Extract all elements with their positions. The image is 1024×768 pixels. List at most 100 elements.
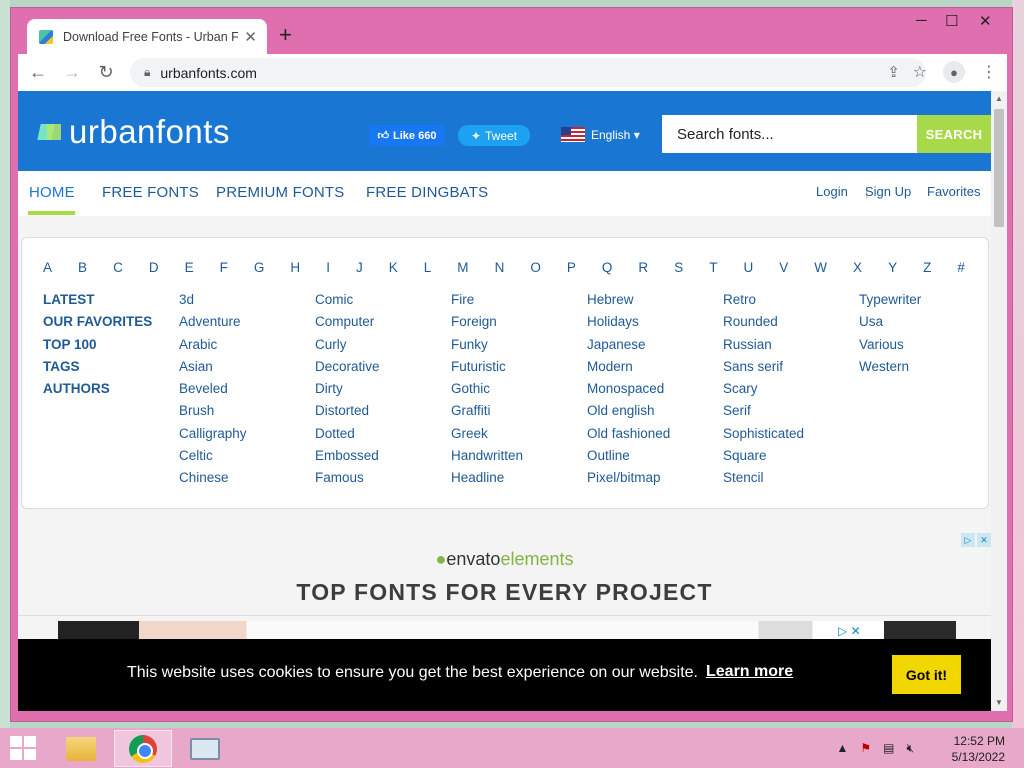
task-manager-button[interactable] bbox=[176, 730, 234, 767]
category-link[interactable]: Dirty bbox=[315, 381, 380, 403]
letter-link[interactable]: M bbox=[457, 260, 468, 275]
scroll-up-icon[interactable]: ▲ bbox=[995, 94, 1003, 103]
letter-link[interactable]: V bbox=[779, 260, 788, 275]
category-link[interactable]: Comic bbox=[315, 292, 380, 314]
letter-link[interactable]: C bbox=[113, 260, 123, 275]
letter-link[interactable]: W bbox=[814, 260, 827, 275]
category-link[interactable]: Famous bbox=[315, 470, 380, 492]
kebab-menu-icon[interactable]: ⋮ bbox=[981, 62, 997, 82]
letter-link[interactable]: K bbox=[389, 260, 398, 275]
category-link[interactable]: Serif bbox=[723, 403, 804, 425]
letter-link[interactable]: X bbox=[853, 260, 862, 275]
category-link[interactable]: Typewriter bbox=[859, 292, 921, 314]
ad-close-icon[interactable]: ✕ bbox=[977, 533, 991, 547]
category-link[interactable]: Curly bbox=[315, 337, 380, 359]
category-link[interactable]: Beveled bbox=[179, 381, 247, 403]
ad-choices-icon[interactable]: ▷ bbox=[961, 533, 975, 547]
tweet-button[interactable]: ✦ Tweet bbox=[458, 125, 530, 146]
category-link[interactable]: Foreign bbox=[451, 314, 523, 336]
category-link[interactable]: Dotted bbox=[315, 426, 380, 448]
letter-link[interactable]: G bbox=[254, 260, 265, 275]
category-link[interactable]: Pixel/bitmap bbox=[587, 470, 670, 492]
site-logo[interactable]: urbanfonts bbox=[39, 113, 230, 151]
letter-link[interactable]: A bbox=[43, 260, 52, 275]
nav-free-fonts[interactable]: FREE FONTS bbox=[102, 184, 199, 201]
system-clock[interactable]: 12:52 PM 5/13/2022 bbox=[952, 733, 1005, 765]
letter-link[interactable]: Z bbox=[923, 260, 931, 275]
search-button[interactable]: SEARCH bbox=[917, 115, 991, 153]
nav-free-dingbats[interactable]: FREE DINGBATS bbox=[366, 184, 488, 201]
category-link[interactable]: 3d bbox=[179, 292, 247, 314]
category-link[interactable]: Fire bbox=[451, 292, 523, 314]
letter-link[interactable]: # bbox=[957, 260, 965, 275]
facebook-like-button[interactable]: 👍︎ Like 660 bbox=[369, 125, 445, 146]
scrollbar-thumb[interactable] bbox=[994, 109, 1004, 227]
category-link[interactable]: Square bbox=[723, 448, 804, 470]
vertical-scrollbar[interactable]: ▲ ▼ bbox=[991, 91, 1007, 711]
category-link[interactable]: Retro bbox=[723, 292, 804, 314]
letter-link[interactable]: U bbox=[743, 260, 753, 275]
forward-arrow-icon[interactable]: → bbox=[58, 62, 86, 83]
signup-link[interactable]: Sign Up bbox=[865, 184, 911, 199]
category-link[interactable]: Various bbox=[859, 337, 921, 359]
browser-tab[interactable]: Download Free Fonts - Urban Fon ✕ bbox=[27, 19, 267, 54]
letter-link[interactable]: L bbox=[424, 260, 432, 275]
windows-start-icon[interactable] bbox=[10, 736, 38, 762]
letter-link[interactable]: D bbox=[149, 260, 159, 275]
address-bar[interactable]: 🔒︎ urbanfonts.com ⇪ bbox=[130, 58, 926, 87]
envato-logo[interactable]: ●envatoelements bbox=[18, 549, 991, 570]
letter-link[interactable]: N bbox=[495, 260, 505, 275]
tray-expand-icon[interactable]: ▲ bbox=[836, 741, 848, 756]
category-link[interactable]: Scary bbox=[723, 381, 804, 403]
category-link[interactable]: Modern bbox=[587, 359, 670, 381]
category-link[interactable]: Decorative bbox=[315, 359, 380, 381]
category-link[interactable]: Distorted bbox=[315, 403, 380, 425]
bookmark-star-icon[interactable]: ☆ bbox=[913, 62, 927, 82]
letter-link[interactable]: F bbox=[220, 260, 228, 275]
letter-link[interactable]: R bbox=[638, 260, 648, 275]
category-link[interactable]: Rounded bbox=[723, 314, 804, 336]
ad-choices[interactable]: ▷ ✕ bbox=[961, 533, 991, 547]
letter-link[interactable]: E bbox=[185, 260, 194, 275]
category-link[interactable]: Headline bbox=[451, 470, 523, 492]
share-icon[interactable]: ⇪ bbox=[887, 63, 914, 81]
minimize-button[interactable]: ─ bbox=[916, 12, 927, 29]
language-selector[interactable]: English ▾ bbox=[561, 127, 640, 142]
category-link[interactable]: Celtic bbox=[179, 448, 247, 470]
scroll-down-icon[interactable]: ▼ bbox=[995, 698, 1003, 707]
quick-link[interactable]: TAGS bbox=[43, 359, 152, 381]
learn-more-link[interactable]: Learn more bbox=[706, 663, 793, 681]
network-icon[interactable]: ▤ bbox=[883, 741, 894, 756]
quick-link[interactable]: AUTHORS bbox=[43, 381, 152, 403]
nav-premium-fonts[interactable]: PREMIUM FONTS bbox=[216, 184, 344, 201]
quick-link[interactable]: TOP 100 bbox=[43, 337, 152, 359]
category-link[interactable]: Holidays bbox=[587, 314, 670, 336]
category-link[interactable]: Japanese bbox=[587, 337, 670, 359]
action-center-flag-icon[interactable]: ⚑ bbox=[860, 741, 871, 756]
close-tab-icon[interactable]: ✕ bbox=[244, 28, 257, 46]
lock-icon[interactable]: 🔒︎ bbox=[144, 65, 150, 80]
category-link[interactable]: Western bbox=[859, 359, 921, 381]
category-link[interactable]: Computer bbox=[315, 314, 380, 336]
category-link[interactable]: Outline bbox=[587, 448, 670, 470]
letter-link[interactable]: T bbox=[709, 260, 717, 275]
back-arrow-icon[interactable]: ← bbox=[24, 62, 52, 83]
category-link[interactable]: Hebrew bbox=[587, 292, 670, 314]
category-link[interactable]: Graffiti bbox=[451, 403, 523, 425]
category-link[interactable]: Monospaced bbox=[587, 381, 670, 403]
category-link[interactable]: Funky bbox=[451, 337, 523, 359]
category-link[interactable]: Stencil bbox=[723, 470, 804, 492]
nav-home[interactable]: HOME bbox=[29, 184, 75, 201]
category-link[interactable]: Gothic bbox=[451, 381, 523, 403]
favorites-link[interactable]: Favorites bbox=[927, 184, 980, 199]
category-link[interactable]: Handwritten bbox=[451, 448, 523, 470]
new-tab-button[interactable]: + bbox=[279, 24, 292, 46]
category-link[interactable]: Old fashioned bbox=[587, 426, 670, 448]
close-window-button[interactable]: ✕ bbox=[979, 12, 992, 30]
search-input[interactable] bbox=[662, 115, 917, 153]
category-link[interactable]: Greek bbox=[451, 426, 523, 448]
chrome-taskbar-button[interactable] bbox=[114, 730, 172, 767]
url-text[interactable]: urbanfonts.com bbox=[160, 65, 257, 81]
category-link[interactable]: Futuristic bbox=[451, 359, 523, 381]
profile-avatar-icon[interactable]: ● bbox=[943, 61, 965, 83]
